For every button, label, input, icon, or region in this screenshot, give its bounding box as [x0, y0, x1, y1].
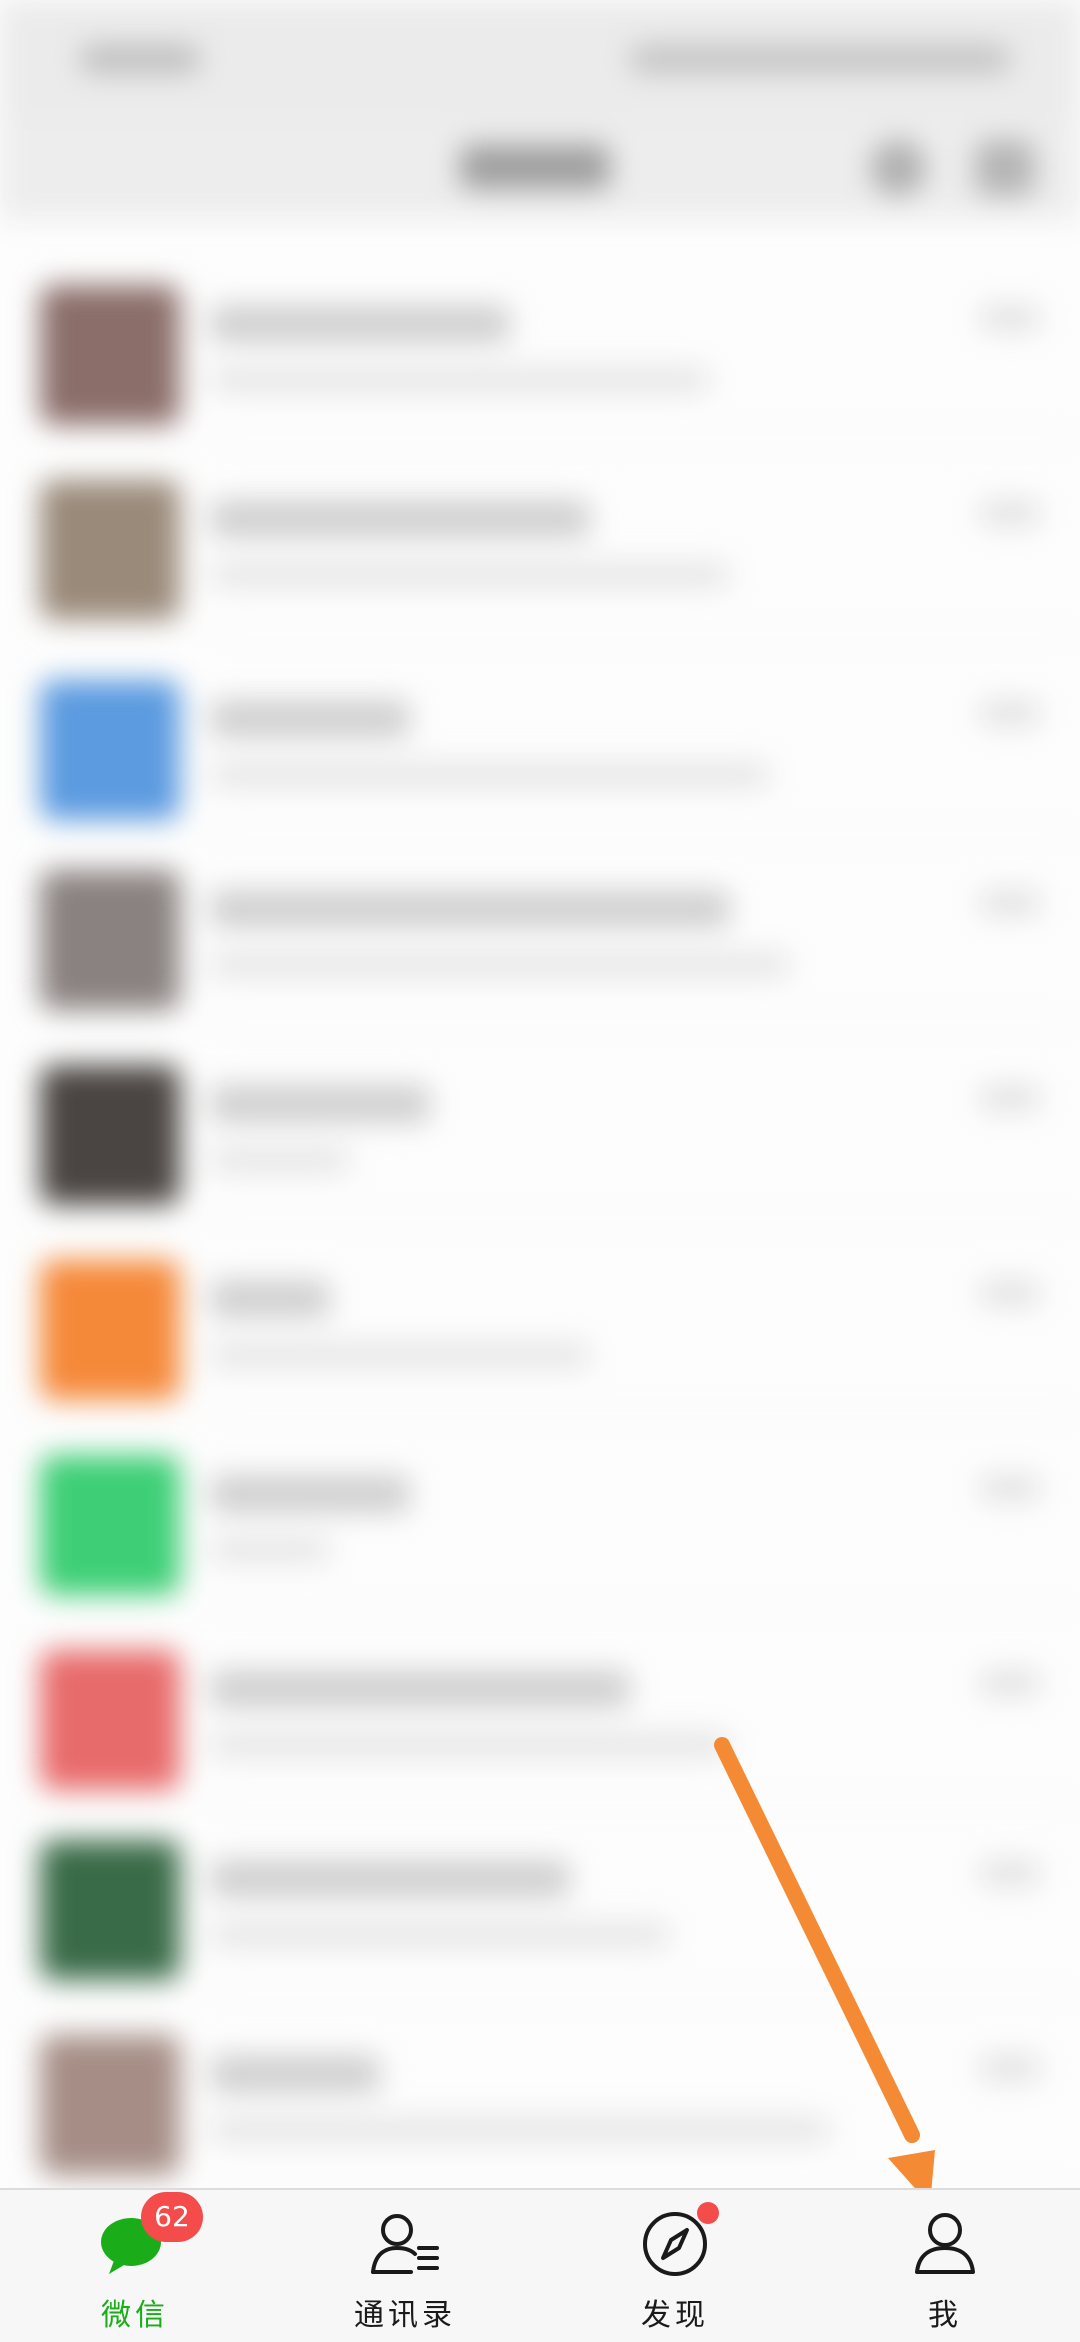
add-icon[interactable] [975, 140, 1035, 196]
tab-discover-label: 发现 [641, 2298, 709, 2333]
chat-list-item[interactable] [0, 1220, 1080, 1414]
bottom-tab-bar: 62 微信 通讯录 发现 我 [0, 2188, 1080, 2342]
tab-chats[interactable]: 62 微信 [0, 2190, 270, 2342]
chat-time-placeholder [980, 700, 1040, 726]
chat-time-placeholder [980, 500, 1040, 526]
chat-list-item[interactable] [0, 640, 1080, 834]
chat-preview-placeholder [210, 1732, 730, 1758]
chat-time-placeholder [980, 1860, 1040, 1886]
chat-time-placeholder [980, 2055, 1040, 2081]
chat-list-item[interactable] [0, 1610, 1080, 1804]
chat-name-placeholder [210, 890, 730, 928]
page-title [460, 145, 610, 189]
chat-list-item[interactable] [0, 1415, 1080, 1609]
chat-name-placeholder [210, 2055, 380, 2093]
chat-name-placeholder [210, 305, 510, 343]
avatar [40, 1650, 180, 1790]
row-divider [210, 437, 1080, 439]
status-bar [0, 0, 1080, 120]
row-divider [210, 632, 1080, 634]
chat-name-placeholder [210, 1280, 330, 1318]
row-divider [210, 1022, 1080, 1024]
chat-list-item[interactable] [0, 830, 1080, 1024]
status-indicators [630, 45, 1010, 73]
row-divider [210, 1412, 1080, 1414]
row-divider [210, 1607, 1080, 1609]
row-divider [210, 1992, 1080, 1994]
chat-list-item[interactable] [0, 245, 1080, 439]
chat-time-placeholder [980, 890, 1040, 916]
chat-preview-placeholder [210, 2117, 830, 2143]
chat-preview-placeholder [210, 367, 710, 393]
avatar [40, 480, 180, 620]
avatar [40, 285, 180, 425]
chat-list-item[interactable] [0, 1025, 1080, 1219]
row-divider [210, 1217, 1080, 1219]
avatar [40, 680, 180, 820]
chat-time-placeholder [980, 1085, 1040, 1111]
new-moments-dot [697, 2202, 719, 2224]
compass-icon [635, 2202, 719, 2284]
chat-name-placeholder [210, 700, 410, 738]
chat-time-placeholder [980, 1280, 1040, 1306]
chat-name-placeholder [210, 500, 590, 538]
tab-discover[interactable]: 发现 [540, 2190, 810, 2342]
chat-preview-placeholder [210, 1922, 670, 1948]
chat-name-placeholder [210, 1860, 570, 1898]
chat-preview-placeholder [210, 1147, 350, 1173]
chat-name-placeholder [210, 1085, 430, 1123]
chat-preview-placeholder [210, 1342, 590, 1368]
chat-preview-placeholder [210, 562, 730, 588]
avatar [40, 1455, 180, 1595]
chat-name-placeholder [210, 1475, 410, 1513]
chat-preview-placeholder [210, 762, 770, 788]
tab-me[interactable]: 我 [810, 2190, 1080, 2342]
unread-badge: 62 [141, 2192, 203, 2242]
contacts-icon [365, 2204, 445, 2284]
avatar [40, 1260, 180, 1400]
chat-time-placeholder [980, 1670, 1040, 1696]
tab-contacts[interactable]: 通讯录 [270, 2190, 540, 2342]
chat-list-item[interactable] [0, 440, 1080, 634]
person-icon [905, 2204, 985, 2284]
tab-chats-label: 微信 [101, 2298, 169, 2333]
avatar [40, 2035, 180, 2175]
avatar [40, 1840, 180, 1980]
chat-time-placeholder [980, 1475, 1040, 1501]
chat-preview-placeholder [210, 952, 790, 978]
search-icon[interactable] [870, 140, 926, 196]
chat-list-item[interactable] [0, 1995, 1080, 2188]
chat-name-placeholder [210, 1670, 630, 1708]
chat-bubble-icon: 62 [95, 2192, 203, 2284]
tab-contacts-label: 通讯录 [354, 2298, 456, 2333]
avatar [40, 870, 180, 1010]
blur-layer [0, 0, 1080, 2188]
chat-time-placeholder [980, 305, 1040, 331]
chat-list-item[interactable] [0, 1800, 1080, 1994]
blurred-screen-content [0, 0, 1080, 2188]
tab-me-label: 我 [928, 2298, 962, 2333]
status-time [80, 45, 200, 73]
avatar [40, 1065, 180, 1205]
chat-preview-placeholder [210, 1537, 330, 1563]
